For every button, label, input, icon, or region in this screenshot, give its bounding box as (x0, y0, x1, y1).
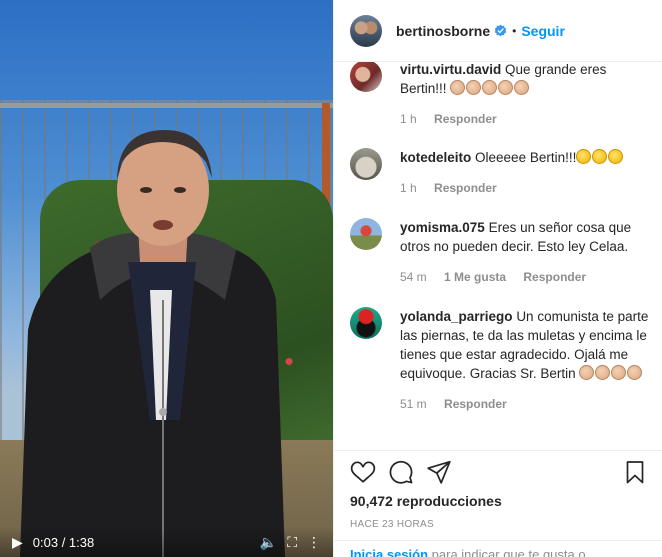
volume-icon[interactable]: 🔈 (260, 535, 277, 549)
clapping-hands-icon (514, 80, 530, 95)
clapping-hands-icon (611, 365, 627, 380)
reply-button[interactable]: Responder (434, 112, 497, 126)
bookmark-icon[interactable] (623, 459, 647, 485)
comment-likes[interactable]: 1 Me gusta (444, 270, 506, 284)
comment-item: yolanda_parriego Un comunista te parte l… (350, 307, 650, 414)
commenter-avatar[interactable] (350, 307, 382, 339)
comment-item: kotedeleito Oleeeee Bertin!!! 1 h Respon… (350, 148, 650, 198)
author-avatar[interactable] (350, 14, 382, 47)
commenter-avatar[interactable] (350, 62, 382, 92)
video-player[interactable]: ▶ 0:03 / 1:38 🔈 ⛶ ⋮ (0, 0, 333, 557)
play-icon[interactable]: ▶ (12, 535, 23, 549)
commenter-avatar[interactable] (350, 148, 382, 180)
post-actions: 90,472 reproducciones HACE 23 HORAS (334, 450, 662, 530)
waving-hand-icon (592, 149, 608, 164)
login-prompt-text: para indicar que te gusta o (428, 547, 586, 557)
comment-time[interactable]: 51 m (400, 397, 427, 411)
clapping-hands-icon (466, 80, 482, 95)
clapping-hands-icon (450, 80, 466, 95)
waving-hand-icon (608, 149, 624, 164)
video-time: 0:03 / 1:38 (32, 534, 95, 550)
comment-username[interactable]: yolanda_parriego (400, 309, 513, 324)
comment-icon[interactable] (388, 459, 414, 485)
clapping-hands-icon (498, 80, 514, 95)
comment-username[interactable]: virtu.virtu.david (400, 62, 501, 77)
share-icon[interactable] (426, 459, 452, 485)
author-username[interactable]: bertinosborne (396, 23, 490, 39)
login-link[interactable]: Inicia sesión (350, 547, 428, 557)
comment-username[interactable]: yomisma.075 (400, 220, 485, 235)
clapping-hands-icon (627, 365, 643, 380)
header-separator: • (512, 23, 517, 38)
follow-button[interactable]: Seguir (521, 23, 565, 39)
reply-button[interactable]: Responder (444, 397, 507, 411)
post-header: bertinosborne • Seguir (334, 0, 662, 62)
commenter-avatar[interactable] (350, 218, 382, 250)
waving-hand-icon (576, 149, 592, 164)
comment-text: Oleeeee Bertin!!! (475, 150, 577, 165)
comments-list: virtu.virtu.david Que grande eres Bertin… (334, 62, 662, 450)
post-timestamp[interactable]: HACE 23 HORAS (350, 519, 647, 530)
login-prompt: Inicia sesión para indicar que te gusta … (334, 540, 662, 557)
clapping-hands-icon (595, 365, 611, 380)
video-person (20, 130, 285, 557)
heart-icon[interactable] (350, 459, 376, 485)
comment-item: yomisma.075 Eres un señor cosa que otros… (350, 218, 650, 287)
reply-button[interactable]: Responder (434, 181, 497, 195)
comment-time[interactable]: 1 h (400, 112, 417, 126)
clapping-hands-icon (482, 80, 498, 95)
fullscreen-icon[interactable]: ⛶ (287, 535, 297, 549)
verified-badge-icon (494, 24, 507, 37)
clapping-hands-icon (579, 365, 595, 380)
comment-item: virtu.virtu.david Que grande eres Bertin… (350, 62, 650, 129)
post-side-panel: bertinosborne • Seguir virtu.virtu.david… (333, 0, 662, 557)
video-controls: ▶ 0:03 / 1:38 🔈 ⛶ ⋮ (0, 527, 333, 557)
reply-button[interactable]: Responder (523, 270, 586, 284)
view-count[interactable]: 90,472 reproducciones (350, 493, 647, 509)
comment-time[interactable]: 1 h (400, 181, 417, 195)
comment-username[interactable]: kotedeleito (400, 150, 471, 165)
comment-time[interactable]: 54 m (400, 270, 427, 284)
more-vertical-icon[interactable]: ⋮ (307, 535, 321, 549)
